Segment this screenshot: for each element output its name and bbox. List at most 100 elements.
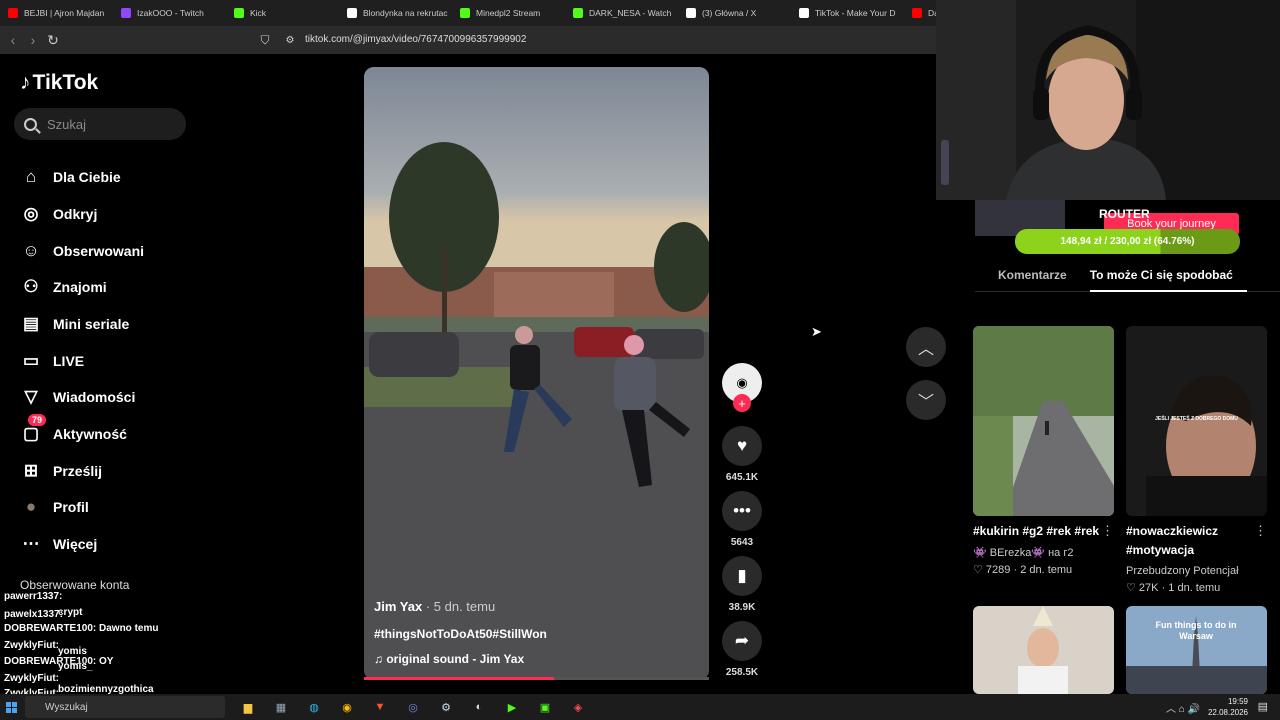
bookmark-icon: ▮ xyxy=(722,556,762,596)
browser-tab[interactable]: Blondynka na rekrutac xyxy=(339,0,452,26)
card-author[interactable]: 👾 BErezka👾 на г2 xyxy=(973,546,1114,559)
more-options-icon[interactable]: ⋮ xyxy=(1254,523,1267,539)
forward-icon[interactable]: › xyxy=(23,30,43,50)
sidebar-item-odkryj[interactable]: ◎ Odkryj xyxy=(20,203,98,225)
address-bar-url[interactable]: tiktok.com/@jimyax/video/767470099635799… xyxy=(305,34,526,45)
card-author[interactable]: Przebudzony Potencjał xyxy=(1126,565,1267,577)
upload-icon: ⊞ xyxy=(23,461,39,480)
suggested-video-card[interactable] xyxy=(973,606,1114,694)
search-input[interactable]: Szukaj xyxy=(14,108,186,140)
next-video-button[interactable]: ﹀ xyxy=(906,380,946,420)
tab-title: BEJBI | Ajron Majdan xyxy=(24,8,105,18)
tray-icons[interactable]: ︿ ⌂ 🔊 xyxy=(1166,700,1200,715)
suggested-video-card[interactable]: #kukirin #g2 #rek #rek 👾 BErezka👾 на г2 … xyxy=(973,326,1114,576)
back-icon[interactable]: ‹ xyxy=(3,30,23,50)
sidebar-item-aktywność[interactable]: ▢ 79 Aktywność xyxy=(20,414,127,445)
card-title[interactable]: #nowaczkiewicz #motywacja xyxy=(1126,522,1254,560)
clock-date: 22.08.2026 xyxy=(1207,708,1248,717)
sidebar-item-znajomi[interactable]: ⚇ Znajomi xyxy=(20,276,106,298)
tab-suggested[interactable]: To może Ci się spodobać xyxy=(1089,258,1247,292)
app-icon[interactable]: ▦ xyxy=(270,697,292,717)
steam-icon[interactable]: ⚙ xyxy=(435,697,457,717)
suggested-video-card[interactable]: JEŚLI JESTEŚ Z DOBREGO DOMU #nowaczkiewi… xyxy=(1126,326,1267,594)
video-sound[interactable]: ♫ original sound - Jim Yax xyxy=(374,652,524,666)
video-time: · 5 dn. temu xyxy=(425,599,496,614)
sidebar-item-prześlij[interactable]: ⊞ Prześlij xyxy=(20,460,102,482)
comment-button[interactable]: ••• 5643 xyxy=(722,491,762,548)
reload-icon[interactable]: ↻ xyxy=(43,30,63,50)
inbox-icon: ▢ 79 xyxy=(20,414,47,445)
sidebar-item-label: Odkryj xyxy=(53,206,98,222)
suggested-video-card[interactable]: Fun things to do in Warsaw xyxy=(1126,606,1267,694)
sidebar-item-profil[interactable]: ● Profil xyxy=(20,496,89,518)
tab-comments[interactable]: Komentarze xyxy=(998,258,1067,292)
sidebar-item-dla-ciebie[interactable]: ⌂ Dla Ciebie xyxy=(20,166,121,188)
like-count: 645.1K xyxy=(725,472,759,483)
home-icon: ⌂ xyxy=(25,167,37,186)
browser-tab[interactable]: Kick xyxy=(226,0,339,26)
chrome-icon[interactable]: ◉ xyxy=(336,697,358,717)
browser-tab-strip: BEJBI | Ajron Majdan IzakOOO - Twitch Kick… xyxy=(0,0,936,26)
video-progress-bar[interactable] xyxy=(364,677,709,680)
sidebar-item-label: LIVE xyxy=(53,353,85,369)
sidebar-item-więcej[interactable]: ⋯ Więcej xyxy=(20,533,98,555)
previous-video-button[interactable]: ︿ xyxy=(906,327,946,367)
chevron-down-icon: ﹀ xyxy=(917,394,934,411)
app-icon[interactable]: ◈ xyxy=(567,697,589,717)
bookmark-icon[interactable]: ⛉ xyxy=(255,30,275,50)
kick-icon xyxy=(460,8,470,18)
tab-title: Minedpl2 Stream xyxy=(476,8,541,18)
browser-tab[interactable]: Minedpl2 Stream xyxy=(452,0,565,26)
browser-tab[interactable]: (3) Główna / X xyxy=(678,0,791,26)
browser-tab[interactable]: IzakOOO - Twitch xyxy=(113,0,226,26)
site-info-icon[interactable]: ⚙ xyxy=(280,30,300,50)
video-thumbnail[interactable]: Fun things to do in Warsaw xyxy=(1126,606,1267,694)
sidebar-item-label: Więcej xyxy=(53,536,98,552)
edge-icon[interactable]: ◍ xyxy=(303,697,325,717)
tab-title: DARK_NESA - Watch xyxy=(589,8,672,18)
video-progress-fill xyxy=(364,677,554,680)
video-author[interactable]: Jim Yax · 5 dn. temu xyxy=(374,599,495,614)
card-title[interactable]: #kukirin #g2 #rek #rek xyxy=(973,522,1101,541)
sidebar-item-label: Profil xyxy=(53,499,89,515)
like-button[interactable]: ♥ 645.1K xyxy=(722,426,762,483)
kick-icon[interactable]: ▶ xyxy=(501,697,523,717)
video-thumbnail[interactable] xyxy=(973,326,1114,516)
followed-accounts-title: Obserwowane konta xyxy=(20,578,130,592)
browser-tab[interactable]: Daw xyxy=(904,0,936,26)
brave-icon[interactable]: ▼ xyxy=(369,697,391,717)
video-thumbnail[interactable] xyxy=(973,606,1114,694)
sidebar-item-mini-seriale[interactable]: ▤ Mini seriale xyxy=(20,313,129,335)
kick-icon xyxy=(573,8,583,18)
friends-icon: ⚇ xyxy=(23,277,39,296)
video-thumbnail[interactable]: JEŚLI JESTEŚ Z DOBREGO DOMU xyxy=(1126,326,1267,516)
sidebar-item-live[interactable]: ▭ LIVE xyxy=(20,350,84,372)
sidebar-item-label: Wiadomości xyxy=(53,389,136,405)
windows-taskbar: Wyszukaj ▆ ▦ ◍ ◉ ▼ ◎ ⚙ ◐ ▶ ▣ ◈ ︿ ⌂ 🔊 19:… xyxy=(0,694,1280,720)
taskbar-search[interactable]: Wyszukaj xyxy=(25,696,225,718)
taskbar-clock[interactable]: 19:59 22.08.2026 xyxy=(1208,696,1248,718)
file-explorer-icon[interactable]: ▆ xyxy=(237,697,259,717)
browser-tab[interactable]: BEJBI | Ajron Majdan xyxy=(0,0,113,26)
author-avatar-button[interactable]: ◉ + xyxy=(722,363,762,412)
more-options-icon[interactable]: ⋮ xyxy=(1101,523,1114,539)
windows-start-icon[interactable] xyxy=(6,701,17,713)
sidebar-item-obserwowani[interactable]: ☺ Obserwowani xyxy=(20,240,144,262)
video-player[interactable] xyxy=(364,67,709,680)
app-icon[interactable]: ▣ xyxy=(534,697,556,717)
discord-icon[interactable]: ◎ xyxy=(402,697,424,717)
browser-tab[interactable]: DARK_NESA - Watch xyxy=(565,0,678,26)
notification-icon[interactable]: ▤ xyxy=(1258,700,1268,713)
save-button[interactable]: ▮ 38.9K xyxy=(722,556,762,613)
follow-plus-icon[interactable]: + xyxy=(733,394,751,412)
tiktok-logo[interactable]: ♪ TikTok xyxy=(20,71,98,95)
browser-tab[interactable]: TikTok - Make Your D xyxy=(791,0,904,26)
share-button[interactable]: ➦ 258.5K xyxy=(722,621,762,678)
author-name[interactable]: Jim Yax xyxy=(374,599,422,614)
video-hashtags[interactable]: #thingsNotToDoAt50#StillWon xyxy=(374,627,547,641)
clock-time: 19:59 xyxy=(1227,697,1248,706)
sidebar-item-wiadomości[interactable]: ▽ Wiadomości xyxy=(20,386,135,408)
obs-icon[interactable]: ◐ xyxy=(468,697,490,717)
card-meta: ♡ 27K · 1 dn. temu xyxy=(1126,581,1267,594)
tiktok-note-icon: ♪ xyxy=(20,71,31,94)
